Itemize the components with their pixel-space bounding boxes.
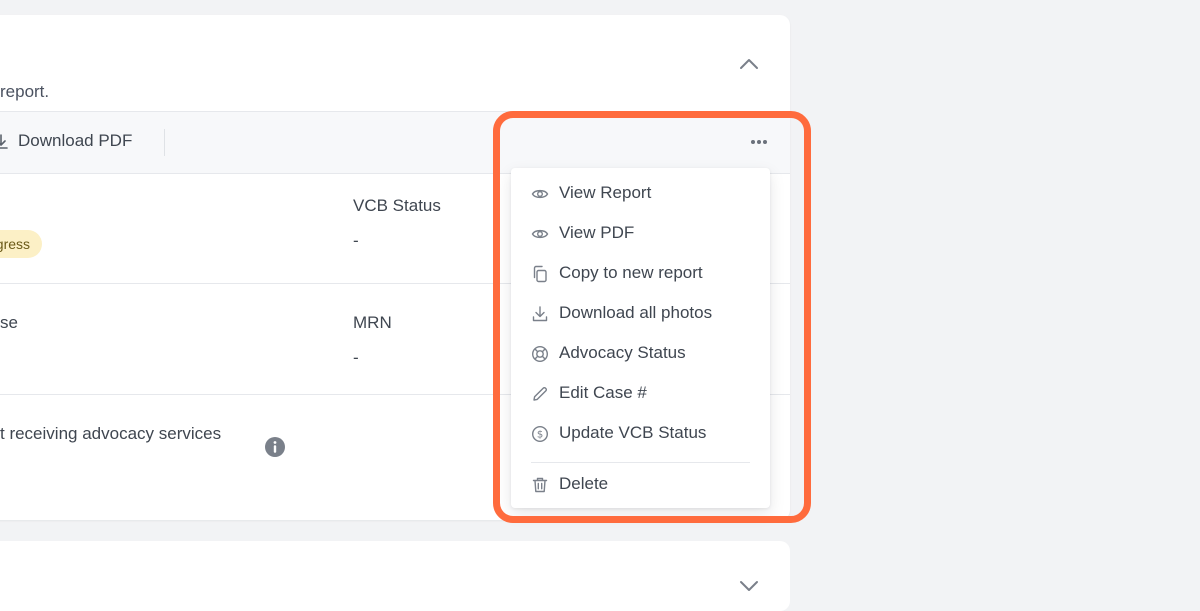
copy-icon [533,265,547,283]
menu-item-label: Copy to new report [559,263,703,282]
menu-item-delete[interactable]: Delete [511,465,770,505]
eye-icon [531,229,549,239]
menu-item-label: View PDF [559,223,635,242]
svg-text:$: $ [537,430,543,441]
lifebuoy-icon [531,345,549,363]
more-options-button[interactable] [746,134,772,150]
menu-item-label: Update VCB Status [559,423,707,442]
status-badge: ogress [0,230,43,258]
menu-item-view-report[interactable]: View Report [511,174,770,214]
case-label: se [0,313,18,332]
mrn-label: MRN [353,313,392,332]
chevron-up-icon [740,59,758,69]
trash-icon [532,477,548,493]
menu-item-update-vcb-status[interactable]: $ Update VCB Status [511,414,770,454]
next-card [0,541,790,611]
mrn-value: - [353,348,359,367]
menu-item-label: Delete [559,474,609,493]
menu-item-advocacy-status[interactable]: Advocacy Status [511,334,770,374]
pencil-icon [533,386,548,401]
menu-divider [531,462,750,463]
menu-item-label: View Report [559,183,652,202]
download-pdf-label: Download PDF [18,131,133,150]
advocacy-text: t receiving advocacy services [0,424,222,443]
download-icon [532,306,548,322]
download-icon [0,134,8,149]
card-toolbar: Download PDF [0,111,790,174]
vcb-status-value: - [353,231,359,250]
menu-item-edit-case[interactable]: Edit Case # [511,374,770,414]
card-description: report. [0,82,50,101]
eye-icon [531,189,549,199]
menu-item-label: Advocacy Status [559,343,686,362]
menu-item-view-pdf[interactable]: View PDF [511,214,770,254]
vcb-status-label: VCB Status [353,196,441,215]
download-pdf-button[interactable]: Download PDF [0,112,153,173]
chevron-down-icon[interactable] [736,579,762,593]
actions-dropdown-menu: View Report View PDF Copy to new report … [511,168,770,508]
menu-item-copy-to-new-report[interactable]: Copy to new report [511,254,770,294]
menu-item-label: Edit Case # [559,383,647,402]
toolbar-divider [164,129,165,156]
dollar-circle-icon: $ [531,425,549,443]
menu-item-download-all-photos[interactable]: Download all photos [511,294,770,334]
info-icon[interactable] [264,436,286,458]
menu-item-label: Download all photos [559,303,713,322]
ellipsis-icon [751,140,767,144]
collapse-button[interactable] [736,53,762,77]
